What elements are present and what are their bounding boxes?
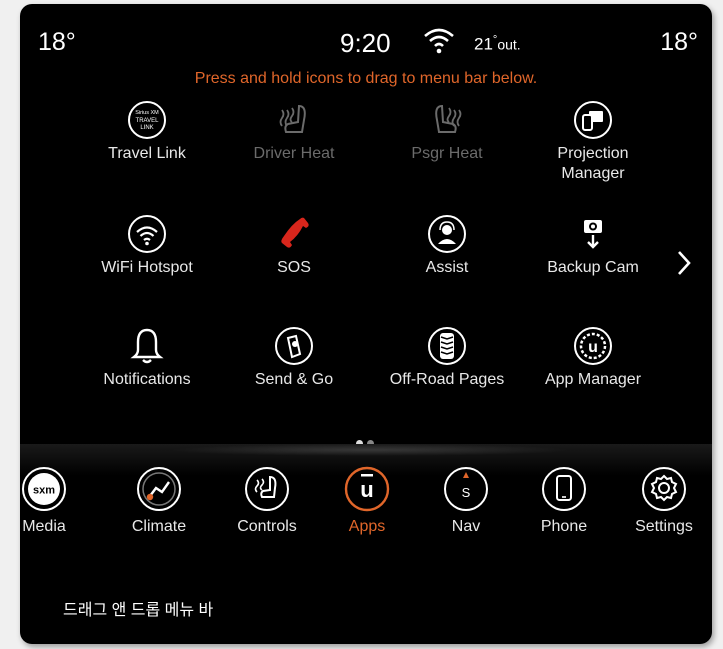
next-page-chevron-icon[interactable] <box>675 248 693 278</box>
gear-icon <box>642 467 686 511</box>
app-backup-cam[interactable]: Backup Cam <box>528 214 658 278</box>
menu-settings[interactable]: Settings <box>620 466 708 536</box>
climate-icon <box>137 467 181 511</box>
app-projection-manager[interactable]: Projection Manager <box>528 100 658 184</box>
app-driver-heat[interactable]: Driver Heat <box>229 100 359 164</box>
status-bar: 18° 9:20 21°out. 18° <box>20 4 712 64</box>
app-send-and-go[interactable]: Send & Go <box>229 326 359 390</box>
app-wifi-hotspot[interactable]: WiFi Hotspot <box>82 214 212 278</box>
svg-text:S: S <box>462 485 471 500</box>
siriusxm-icon: sxm <box>22 467 66 511</box>
app-app-manager[interactable]: u App Manager <box>528 326 658 390</box>
controls-icon <box>245 467 289 511</box>
svg-text:Sirius XM: Sirius XM <box>135 110 159 116</box>
passenger-temperature[interactable]: 18° <box>660 28 698 57</box>
menu-phone[interactable]: Phone <box>520 466 608 536</box>
drag-hint-text: Press and hold icons to drag to menu bar… <box>194 70 538 87</box>
app-label: Psgr Heat <box>411 145 483 162</box>
tire-tread-icon <box>428 327 466 365</box>
app-label: Notifications <box>103 371 191 388</box>
menu-climate[interactable]: Climate <box>115 466 203 536</box>
menu-media[interactable]: sxm Media <box>20 466 88 536</box>
camera-icon <box>584 220 602 249</box>
send-and-go-icon <box>275 327 313 365</box>
app-sos[interactable]: SOS <box>229 214 359 278</box>
app-label: Projection Manager <box>557 145 629 182</box>
svg-text:LINK: LINK <box>140 125 153 131</box>
projection-manager-icon <box>574 101 612 139</box>
svg-text:TRAVEL: TRAVEL <box>136 118 160 124</box>
siriusxm-travel-link-icon: Sirius XM TRAVEL LINK <box>128 101 166 139</box>
bell-icon <box>130 328 164 364</box>
app-label: WiFi Hotspot <box>101 259 193 276</box>
heated-seat-passenger-icon <box>435 104 462 133</box>
app-passenger-heat[interactable]: Psgr Heat <box>382 100 512 164</box>
menu-apps[interactable]: u Apps <box>323 466 411 536</box>
menu-label: Nav <box>451 518 481 535</box>
compass-icon: S <box>444 467 488 511</box>
heated-seat-driver-icon <box>279 104 306 133</box>
phone-handset-icon <box>281 217 309 248</box>
phone-icon <box>542 467 586 511</box>
wifi-icon <box>128 215 166 253</box>
app-label: Driver Heat <box>253 145 335 162</box>
svg-text:u: u <box>588 339 598 356</box>
clock: 9:20 <box>340 28 391 58</box>
caption-drag-and-drop-menu-bar: 드래그 앤 드롭 메뉴 바 <box>63 602 214 619</box>
menu-controls[interactable]: Controls <box>223 466 311 536</box>
uconnect-apps-icon: u <box>344 466 390 512</box>
app-off-road-pages[interactable]: Off-Road Pages <box>382 326 512 390</box>
menu-label: Media <box>22 518 66 535</box>
menu-bar-highlight <box>170 444 570 456</box>
app-label: Send & Go <box>254 371 334 388</box>
uconnect-app-icon: u <box>574 327 612 365</box>
menu-label: Phone <box>540 518 588 535</box>
menu-label: Apps <box>348 518 386 535</box>
app-label: Off-Road Pages <box>389 371 505 388</box>
menu-label: Settings <box>635 518 693 535</box>
assist-agent-icon <box>428 215 466 253</box>
menu-label: Controls <box>237 518 297 535</box>
wifi-status-icon <box>424 28 454 54</box>
app-label: SOS <box>277 259 311 276</box>
app-travel-link[interactable]: Sirius XM TRAVEL LINK Travel Link <box>82 100 212 164</box>
app-assist[interactable]: Assist <box>382 214 512 278</box>
app-label: App Manager <box>544 371 642 388</box>
uconnect-screen: 18° 9:20 21°out. 18° Press and hold icon… <box>20 4 712 644</box>
svg-text:sxm: sxm <box>33 485 55 497</box>
outside-temperature: 21°out. <box>474 34 521 54</box>
svg-text:u: u <box>360 477 373 502</box>
app-label: Assist <box>425 259 469 276</box>
menu-nav[interactable]: S Nav <box>422 466 510 536</box>
menu-label: Climate <box>131 518 187 535</box>
driver-temperature[interactable]: 18° <box>38 28 76 57</box>
app-label: Backup Cam <box>547 259 639 276</box>
app-label: Travel Link <box>108 145 186 162</box>
app-notifications[interactable]: Notifications <box>82 326 212 390</box>
